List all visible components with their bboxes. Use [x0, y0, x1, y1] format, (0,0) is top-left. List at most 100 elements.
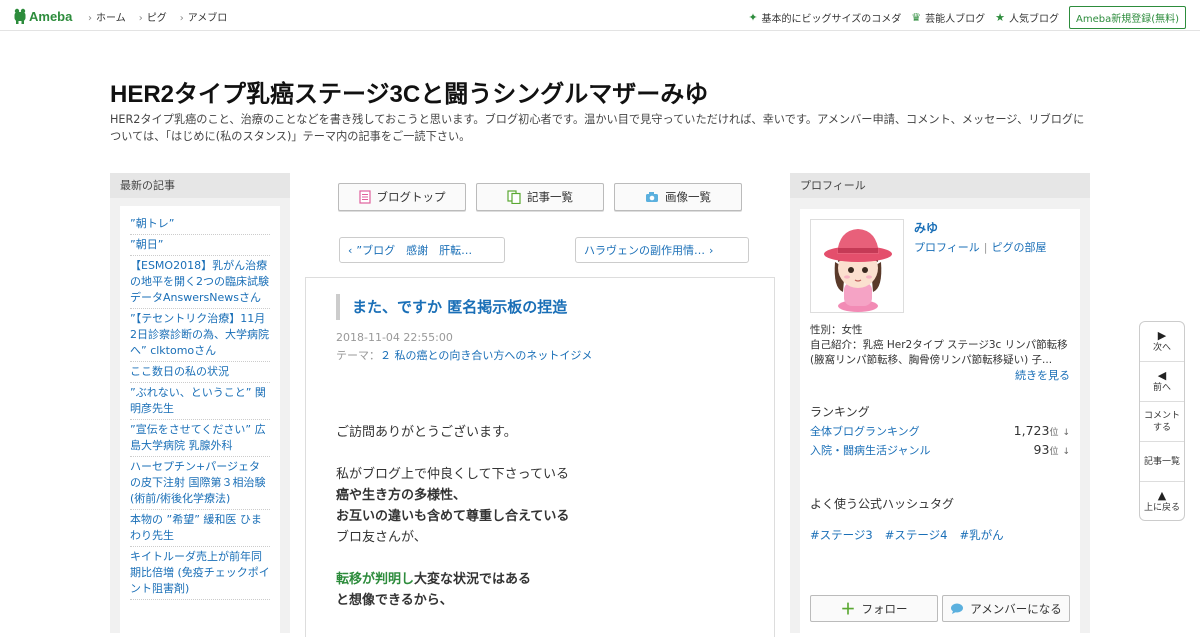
signup-button[interactable]: Ameba新規登録(無料) [1068, 6, 1186, 29]
profile-intro: 自己紹介：乳癌 Her2タイプ ステージ3c リンパ節転移 (腋窩リンパ節転移、… [810, 339, 1068, 366]
body-line [336, 443, 746, 464]
chat-icon [951, 603, 964, 614]
follow-label: フォロー [861, 601, 908, 616]
list-item: ”ぶれない、ということ” 関明彦先生 [130, 383, 270, 420]
floating-side-nav: ▶ 次へ ◀ 前へ コメントする 記事一覧 ▲ 上に戻る [1139, 321, 1185, 521]
logo-text: Ameba [29, 8, 73, 24]
copy-icon [507, 190, 521, 204]
article-body: ご訪問ありがとうございます。 私がブログ上で仲良くして下さっている 癌や生き方の… [336, 422, 746, 611]
body-line: と想像できるから、 [336, 593, 453, 608]
list-item: ”【テセントリク治療】11月2日診察診断の為、大学病院へ” clktomoさん [130, 309, 270, 362]
next-button[interactable]: ▶ 次へ [1140, 322, 1184, 362]
list-item: ”宣伝をさせてください” 広島大学病院 乳腺外科 [130, 420, 270, 457]
prev-article-title: ”ブログ 感謝 肝転… [356, 244, 473, 257]
hashtag-link[interactable]: #乳がん [959, 527, 1003, 543]
latest-post-link[interactable]: ハーセプチン+パージェタの皮下注射 国際第３相治験(術前/術後化学療法) [130, 460, 266, 505]
list-item: キイトルーダ売上が前年同期比倍増 (免疫チェックポイント阻害剤) [130, 547, 270, 600]
separator: | [983, 241, 988, 254]
camera-icon [646, 192, 658, 202]
plus-icon: ＋ [840, 600, 856, 618]
prev-article-link[interactable]: ‹ ”ブログ 感謝 肝転… [339, 237, 505, 263]
down-arrow-icon: ↓ [1062, 428, 1070, 438]
popular-blog-link[interactable]: ★ 人気ブログ [995, 10, 1059, 25]
chevron-right-icon: › [709, 243, 714, 257]
article-list-button[interactable]: 記事一覧 [476, 183, 604, 211]
body-line: ブロ友さんが、 [336, 530, 427, 545]
profile-heading: プロフィール [790, 173, 1090, 198]
featured-label: 基本的にビッグサイズのコメダ [761, 14, 902, 25]
ranking-unit: 位 [1049, 447, 1059, 457]
latest-post-link[interactable]: キイトルーダ売上が前年同期比倍増 (免疫チェックポイント阻害剤) [130, 550, 270, 595]
blog-top-label: ブログトップ [376, 190, 446, 204]
ranking-value: 1,723位 ↓ [1014, 423, 1070, 439]
celebrity-blog-label: 芸能人ブログ [925, 14, 986, 25]
crown-icon: ♛ [911, 11, 922, 24]
highlight-text: 転移が判明し [336, 572, 415, 587]
theme-label: テーマ： [336, 349, 380, 362]
latest-post-link[interactable]: ”【テセントリク治療】11月2日診察診断の為、大学病院へ” clktomoさん [130, 312, 269, 357]
pigg-room-link[interactable]: ピグの部屋 [992, 241, 1047, 254]
article-theme: テーマ：２ 私の癌との向き合い方へのネットイジメ [336, 347, 592, 363]
list-item: 【ESMO2018】乳がん治療の地平を開く2つの臨床試験データAnswersNe… [130, 256, 270, 309]
article-list-side-button[interactable]: 記事一覧 [1140, 442, 1184, 482]
comment-button[interactable]: コメントする [1140, 402, 1184, 442]
back-to-top-label: 上に戻る [1143, 503, 1180, 513]
ameba-logo[interactable]: Ameba [13, 6, 72, 26]
profile-panel: プロフィール みゆ プロフィール | ピグの部屋 性別：女性 自己紹介：乳癌 H… [790, 173, 1090, 633]
article-title[interactable]: また、ですか 匿名掲示板の捏造 [336, 294, 567, 320]
profile-link[interactable]: プロフィール [914, 241, 980, 254]
nav-pigg[interactable]: ピグ [139, 9, 167, 24]
article-list-label: 記事一覧 [527, 190, 573, 204]
blog-top-button[interactable]: ブログトップ [338, 183, 466, 211]
global-header: Ameba ホーム ピグ アメブロ ✦ 基本的にビッグサイズのコメダ ♛ 芸能人… [0, 0, 1200, 31]
featured-link[interactable]: ✦ 基本的にビッグサイズのコメダ [748, 10, 901, 25]
celebrity-blog-link[interactable]: ♛ 芸能人ブログ [911, 10, 985, 25]
next-article-link[interactable]: ハラヴェンの副作用情… › [575, 237, 749, 263]
profile-info: 性別：女性 自己紹介：乳癌 Her2タイプ ステージ3c リンパ節転移 (腋窩リ… [810, 323, 1072, 368]
back-to-top-button[interactable]: ▲ 上に戻る [1140, 482, 1184, 522]
nav-ameblo[interactable]: アメブロ [180, 9, 228, 24]
profile-name[interactable]: みゆ [914, 219, 938, 236]
prev-button[interactable]: ◀ 前へ [1140, 362, 1184, 402]
image-list-label: 画像一覧 [665, 190, 711, 204]
hashtag-link[interactable]: #ステージ4 [885, 527, 948, 543]
profile-gender: 性別：女性 [810, 324, 863, 336]
body-text: 大変な状況ではある [414, 572, 532, 587]
amember-button[interactable]: アメンバーになる [942, 595, 1070, 622]
latest-post-link[interactable]: ”宣伝をさせてください” 広島大学病院 乳腺外科 [130, 423, 266, 452]
ameba-logo-icon [14, 8, 26, 24]
star-icon: ★ [995, 11, 1005, 24]
avatar[interactable] [810, 219, 904, 313]
nav-home[interactable]: ホーム [88, 9, 126, 24]
hashtag-list: #ステージ3 #ステージ4 #乳がん [810, 527, 1004, 543]
list-item: ”朝日” [130, 235, 270, 256]
latest-post-link[interactable]: ”朝日” [130, 238, 163, 251]
profile-card: みゆ プロフィール | ピグの部屋 性別：女性 自己紹介：乳癌 Her2タイプ ステ… [800, 209, 1080, 633]
latest-posts-panel: 最新の記事 ”朝トレ” ”朝日” 【ESMO2018】乳がん治療の地平を開く2つ… [110, 173, 290, 636]
follow-button[interactable]: ＋ フォロー [810, 595, 938, 622]
blog-title[interactable]: HER2タイプ乳癌ステージ3Cと闘うシングルマザーみゆ [110, 74, 708, 109]
list-item: ”朝トレ” [130, 214, 270, 235]
article: また、ですか 匿名掲示板の捏造 2018-11-04 22:55:00 テーマ：… [305, 277, 775, 637]
overall-ranking-link[interactable]: 全体ブログランキング [810, 423, 920, 439]
blog-nav-buttons: ブログトップ 記事一覧 画像一覧 [338, 183, 742, 211]
hashtag-link[interactable]: #ステージ3 [810, 527, 873, 543]
ranking-row: 入院・闘病生活ジャンル 93位 ↓ [810, 442, 1070, 458]
ranking-number: 93 [1033, 442, 1050, 457]
latest-post-link[interactable]: ”ぶれない、ということ” 関明彦先生 [130, 386, 266, 415]
next-article-title: ハラヴェンの副作用情… [584, 244, 705, 257]
profile-links: プロフィール | ピグの部屋 [914, 239, 1047, 255]
latest-post-link[interactable]: 【ESMO2018】乳がん治療の地平を開く2つの臨床試験データAnswersNe… [130, 259, 269, 304]
latest-post-link[interactable]: ”朝トレ” [130, 217, 174, 230]
genre-ranking-link[interactable]: 入院・闘病生活ジャンル [810, 442, 930, 458]
image-list-button[interactable]: 画像一覧 [614, 183, 742, 211]
body-line: 転移が判明し大変な状況ではある [336, 569, 746, 590]
latest-post-link[interactable]: ここ数日の私の状況 [130, 365, 229, 378]
comment-label: コメントする [1144, 410, 1181, 433]
ranking-number: 1,723 [1013, 423, 1050, 438]
amember-label: アメンバーになる [970, 601, 1062, 616]
latest-post-link[interactable]: 本物の ”希望” 緩和医 ひまわり先生 [130, 513, 262, 542]
list-item: ここ数日の私の状況 [130, 362, 270, 383]
theme-link[interactable]: ２ 私の癌との向き合い方へのネットイジメ [380, 349, 592, 362]
read-more-link[interactable]: 続きを見る [1015, 367, 1070, 383]
